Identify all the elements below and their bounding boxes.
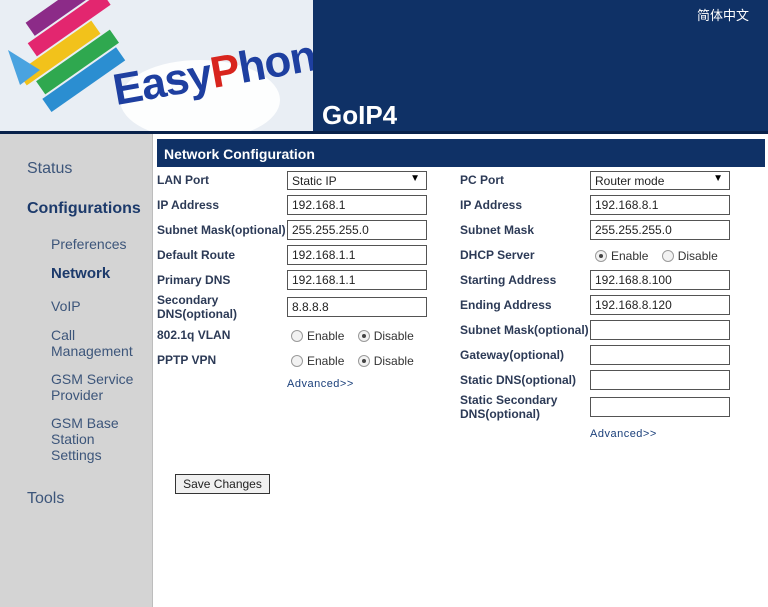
sidebar-item-gsm-base-station-settings[interactable]: GSM Base Station Settings <box>51 415 131 463</box>
secondary-dns-input[interactable] <box>287 297 427 317</box>
pc-advanced-link[interactable]: Advanced>> <box>590 428 657 440</box>
pptp-enable-radio[interactable] <box>291 355 303 367</box>
pptp-disable-radio[interactable] <box>357 355 370 367</box>
dropdown-arrow-icon: ▼ <box>410 173 420 184</box>
static-dns-label: Static DNS(optional) <box>460 373 576 387</box>
logo: EasyPhone <box>0 0 313 134</box>
ending-address-input[interactable] <box>590 295 730 315</box>
primary-dns-input[interactable] <box>287 270 427 290</box>
static-secondary-dns-label: Static Secondary DNS(optional) <box>460 393 558 421</box>
product-title: GoIP4 <box>322 100 398 130</box>
dhcp-disable-radio[interactable] <box>661 250 674 262</box>
vlan-radio-group: Enable Disable <box>291 329 424 343</box>
sidebar-item-tools[interactable]: Tools <box>27 490 64 508</box>
pc-mask-input[interactable] <box>590 220 730 240</box>
pc-ip-input[interactable] <box>590 195 730 215</box>
gateway-label: Gateway(optional) <box>460 348 565 362</box>
starting-address-label: Starting Address <box>460 273 557 287</box>
lan-mask-label: Subnet Mask(optional) <box>157 223 286 237</box>
pc-ip-label: IP Address <box>460 198 523 212</box>
optional-mask-input[interactable] <box>590 320 730 340</box>
primary-dns-label: Primary DNS <box>157 273 231 287</box>
page-header: EasyPhone GoIP4 简体中文 <box>0 0 768 134</box>
secondary-dns-label: Secondary DNS(optional) <box>157 293 237 321</box>
lan-port-select[interactable]: Static IP ▼ <box>287 171 427 190</box>
static-dns-input[interactable] <box>590 370 730 390</box>
dhcp-enable-radio[interactable] <box>595 250 607 262</box>
pptp-disable-label: Disable <box>373 354 414 368</box>
sidebar-item-status[interactable]: Status <box>27 160 72 178</box>
pc-port-select[interactable]: Router mode ▼ <box>590 171 730 190</box>
pc-port-label: PC Port <box>460 173 505 187</box>
pptp-label: PPTP VPN <box>157 353 217 367</box>
pc-mask-label: Subnet Mask <box>460 223 535 237</box>
language-link[interactable]: 简体中文 <box>697 5 749 24</box>
lan-ip-input[interactable] <box>287 195 427 215</box>
dhcp-radio-group: Enable Disable <box>595 249 728 263</box>
sidebar-item-network[interactable]: Network <box>51 266 110 282</box>
ending-address-label: Ending Address <box>460 298 552 312</box>
pptp-enable-label: Enable <box>307 354 345 368</box>
section-title: Network Configuration <box>157 139 765 167</box>
sidebar: Status Configurations Preferences Networ… <box>0 134 153 607</box>
gateway-input[interactable] <box>590 345 730 365</box>
sidebar-item-voip[interactable]: VoIP <box>51 298 81 314</box>
default-route-label: Default Route <box>157 248 235 262</box>
lan-mask-input[interactable] <box>287 220 427 240</box>
pptp-radio-group: Enable Disable <box>291 354 424 368</box>
vlan-enable-radio[interactable] <box>291 330 303 342</box>
sidebar-item-gsm-service-provider[interactable]: GSM Service Provider <box>51 371 146 403</box>
sidebar-item-configurations[interactable]: Configurations <box>27 200 141 218</box>
dhcp-enable-label: Enable <box>611 249 649 263</box>
dropdown-arrow-icon: ▼ <box>713 173 723 184</box>
vlan-label: 802.1q VLAN <box>157 328 231 342</box>
lan-advanced-link[interactable]: Advanced>> <box>287 378 354 390</box>
vlan-disable-label: Disable <box>373 329 414 343</box>
lan-ip-label: IP Address <box>157 198 220 212</box>
static-secondary-dns-input[interactable] <box>590 397 730 417</box>
dhcp-disable-label: Disable <box>677 249 718 263</box>
sidebar-item-preferences[interactable]: Preferences <box>51 236 126 252</box>
save-changes-button[interactable]: Save Changes <box>175 474 270 494</box>
starting-address-input[interactable] <box>590 270 730 290</box>
optional-mask-label: Subnet Mask(optional) <box>460 323 589 337</box>
vlan-disable-radio[interactable] <box>357 330 370 342</box>
sidebar-item-call-management[interactable]: Call Management <box>51 327 146 359</box>
vlan-enable-label: Enable <box>307 329 345 343</box>
default-route-input[interactable] <box>287 245 427 265</box>
dhcp-label: DHCP Server <box>460 248 535 262</box>
lan-port-label: LAN Port <box>157 173 209 187</box>
